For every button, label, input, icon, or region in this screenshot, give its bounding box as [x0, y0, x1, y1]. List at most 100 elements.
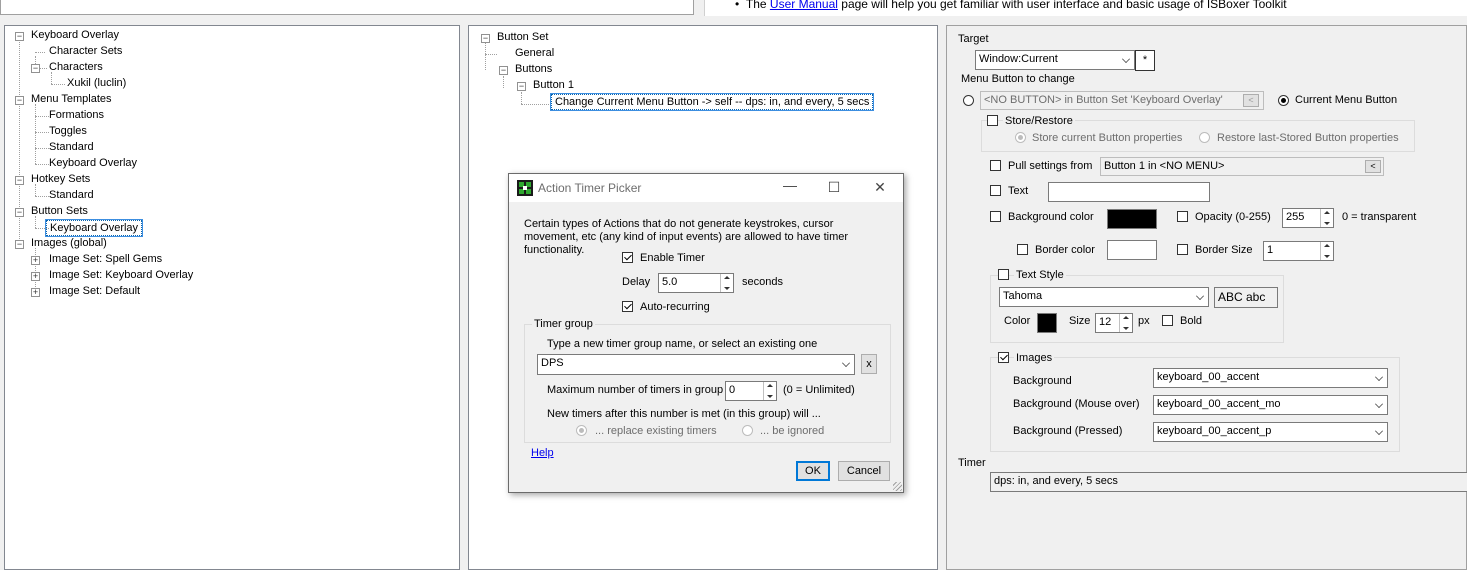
tree-item-button-set[interactable]: Button Set	[495, 30, 550, 44]
pull-settings-pick-button[interactable]: <	[1365, 160, 1381, 173]
border-color-label[interactable]: Border color	[1035, 244, 1095, 256]
text-color-swatch[interactable]	[1037, 313, 1057, 333]
minimize-icon[interactable]: —	[775, 177, 805, 193]
pull-settings-checkbox[interactable]	[990, 160, 1001, 171]
background-color-checkbox[interactable]	[990, 211, 1001, 222]
tree-item-character-xukil[interactable]: Xukil (luclin)	[65, 76, 128, 90]
font-size-stepper[interactable]: 12	[1095, 313, 1133, 333]
ok-button[interactable]: OK	[796, 461, 830, 481]
tree-item-image-set-keyboard-overlay[interactable]: Image Set: Keyboard Overlay	[47, 268, 195, 282]
spin-up-icon[interactable]	[767, 384, 773, 387]
tree-item-image-set-default[interactable]: Image Set: Default	[47, 284, 142, 298]
tree-item-standard[interactable]: Standard	[47, 140, 96, 154]
tree-item-button-1[interactable]: Button 1	[531, 78, 576, 92]
opacity-label[interactable]: Opacity (0-255)	[1195, 211, 1271, 223]
tree-item-image-set-spell-gems[interactable]: Image Set: Spell Gems	[47, 252, 164, 266]
image-background-select[interactable]: keyboard_00_accent	[1153, 368, 1388, 388]
spin-up-icon[interactable]	[1324, 244, 1330, 247]
expand-icon[interactable]: +	[31, 256, 40, 265]
expand-icon[interactable]: +	[31, 288, 40, 297]
close-icon[interactable]: ✕	[865, 179, 895, 196]
tree-item-button-sets[interactable]: Button Sets	[29, 204, 90, 218]
text-style-label[interactable]: Text Style	[1014, 269, 1066, 281]
top-text-box[interactable]	[0, 0, 694, 15]
timer-field[interactable]: dps: in, and every, 5 secs	[990, 472, 1467, 492]
maximize-icon[interactable]: ☐	[819, 179, 849, 196]
enable-timer-checkbox[interactable]	[622, 252, 633, 263]
spin-up-icon[interactable]	[1123, 316, 1129, 319]
spin-up-icon[interactable]	[1324, 211, 1330, 214]
text-label[interactable]: Text	[1008, 185, 1028, 197]
text-style-checkbox[interactable]	[998, 269, 1009, 280]
timer-group-select[interactable]: DPS	[537, 354, 855, 375]
tree-item-hotkey-standard[interactable]: Standard	[47, 188, 96, 202]
current-menu-button-radio[interactable]	[1278, 95, 1289, 106]
spin-up-icon[interactable]	[724, 276, 730, 279]
cancel-button[interactable]: Cancel	[838, 461, 890, 481]
spin-down-icon[interactable]	[1324, 255, 1330, 258]
tree-item-button-set-keyboard-overlay[interactable]: Keyboard Overlay	[44, 219, 144, 237]
border-color-swatch[interactable]	[1107, 240, 1157, 260]
user-manual-link[interactable]: User Manual	[770, 0, 838, 11]
collapse-icon[interactable]: −	[15, 240, 24, 249]
spin-down-icon[interactable]	[1324, 222, 1330, 225]
background-color-swatch[interactable]	[1107, 209, 1157, 229]
dialog-titlebar[interactable]: Action Timer Picker — ☐ ✕	[509, 174, 903, 202]
resize-grip-icon[interactable]	[893, 482, 902, 491]
collapse-icon[interactable]: −	[499, 66, 508, 75]
tree-item-menu-templates[interactable]: Menu Templates	[29, 92, 114, 106]
collapse-icon[interactable]: −	[15, 96, 24, 105]
left-tree-panel[interactable]: − Keyboard Overlay Character Sets − Char…	[4, 25, 460, 570]
spin-down-icon[interactable]	[1123, 327, 1129, 330]
expand-icon[interactable]: +	[31, 272, 40, 281]
collapse-icon[interactable]: −	[15, 176, 24, 185]
auto-recurring-checkbox[interactable]	[622, 301, 633, 312]
opacity-checkbox[interactable]	[1177, 211, 1188, 222]
font-select[interactable]: Tahoma	[999, 287, 1209, 307]
help-link[interactable]: Help	[531, 447, 554, 459]
tree-item-keyboard-overlay-template[interactable]: Keyboard Overlay	[47, 156, 139, 170]
text-input[interactable]	[1048, 182, 1210, 202]
images-checkbox[interactable]	[998, 352, 1009, 363]
tree-item-action[interactable]: Change Current Menu Button -> self -- dp…	[549, 93, 875, 111]
collapse-icon[interactable]: −	[31, 64, 40, 73]
opacity-stepper[interactable]: 255	[1282, 208, 1334, 228]
image-background-pressed-select[interactable]: keyboard_00_accent_p	[1153, 422, 1388, 442]
store-restore-checkbox[interactable]	[987, 115, 998, 126]
tree-item-general[interactable]: General	[513, 46, 556, 60]
enable-timer-label[interactable]: Enable Timer	[640, 252, 705, 264]
target-select[interactable]: Window:Current	[975, 50, 1135, 70]
splitter-right[interactable]	[938, 25, 946, 570]
auto-recurring-label[interactable]: Auto-recurring	[640, 301, 710, 313]
bold-label[interactable]: Bold	[1180, 315, 1202, 327]
current-menu-button-label[interactable]: Current Menu Button	[1295, 94, 1397, 106]
max-timers-stepper[interactable]: 0	[725, 381, 777, 401]
bold-checkbox[interactable]	[1162, 315, 1173, 326]
delay-stepper[interactable]: 5.0	[658, 273, 734, 293]
tree-item-images-global[interactable]: Images (global)	[29, 236, 109, 250]
spin-down-icon[interactable]	[724, 287, 730, 290]
images-label[interactable]: Images	[1014, 352, 1055, 364]
spin-down-icon[interactable]	[767, 395, 773, 398]
tree-item-hotkey-sets[interactable]: Hotkey Sets	[29, 172, 92, 186]
splitter-left[interactable]	[460, 25, 468, 570]
target-star-button[interactable]: *	[1135, 50, 1155, 71]
tree-item-keyboard-overlay[interactable]: Keyboard Overlay	[29, 28, 121, 42]
collapse-icon[interactable]: −	[517, 82, 526, 91]
store-restore-label[interactable]: Store/Restore	[1003, 115, 1075, 127]
tree-item-buttons[interactable]: Buttons	[513, 62, 554, 76]
image-background-mouseover-select[interactable]: keyboard_00_accent_mo	[1153, 395, 1388, 415]
collapse-icon[interactable]: −	[481, 34, 490, 43]
tree-item-character-sets[interactable]: Character Sets	[47, 44, 124, 58]
border-size-label[interactable]: Border Size	[1195, 244, 1252, 256]
pull-settings-label[interactable]: Pull settings from	[1008, 160, 1092, 172]
tree-item-formations[interactable]: Formations	[47, 108, 106, 122]
border-color-checkbox[interactable]	[1017, 244, 1028, 255]
tree-item-toggles[interactable]: Toggles	[47, 124, 89, 138]
tree-item-characters[interactable]: Characters	[47, 60, 105, 74]
border-size-checkbox[interactable]	[1177, 244, 1188, 255]
text-checkbox[interactable]	[990, 185, 1001, 196]
border-size-stepper[interactable]: 1	[1263, 241, 1334, 261]
clear-group-button[interactable]: x	[861, 354, 877, 374]
no-button-radio[interactable]	[963, 95, 974, 106]
